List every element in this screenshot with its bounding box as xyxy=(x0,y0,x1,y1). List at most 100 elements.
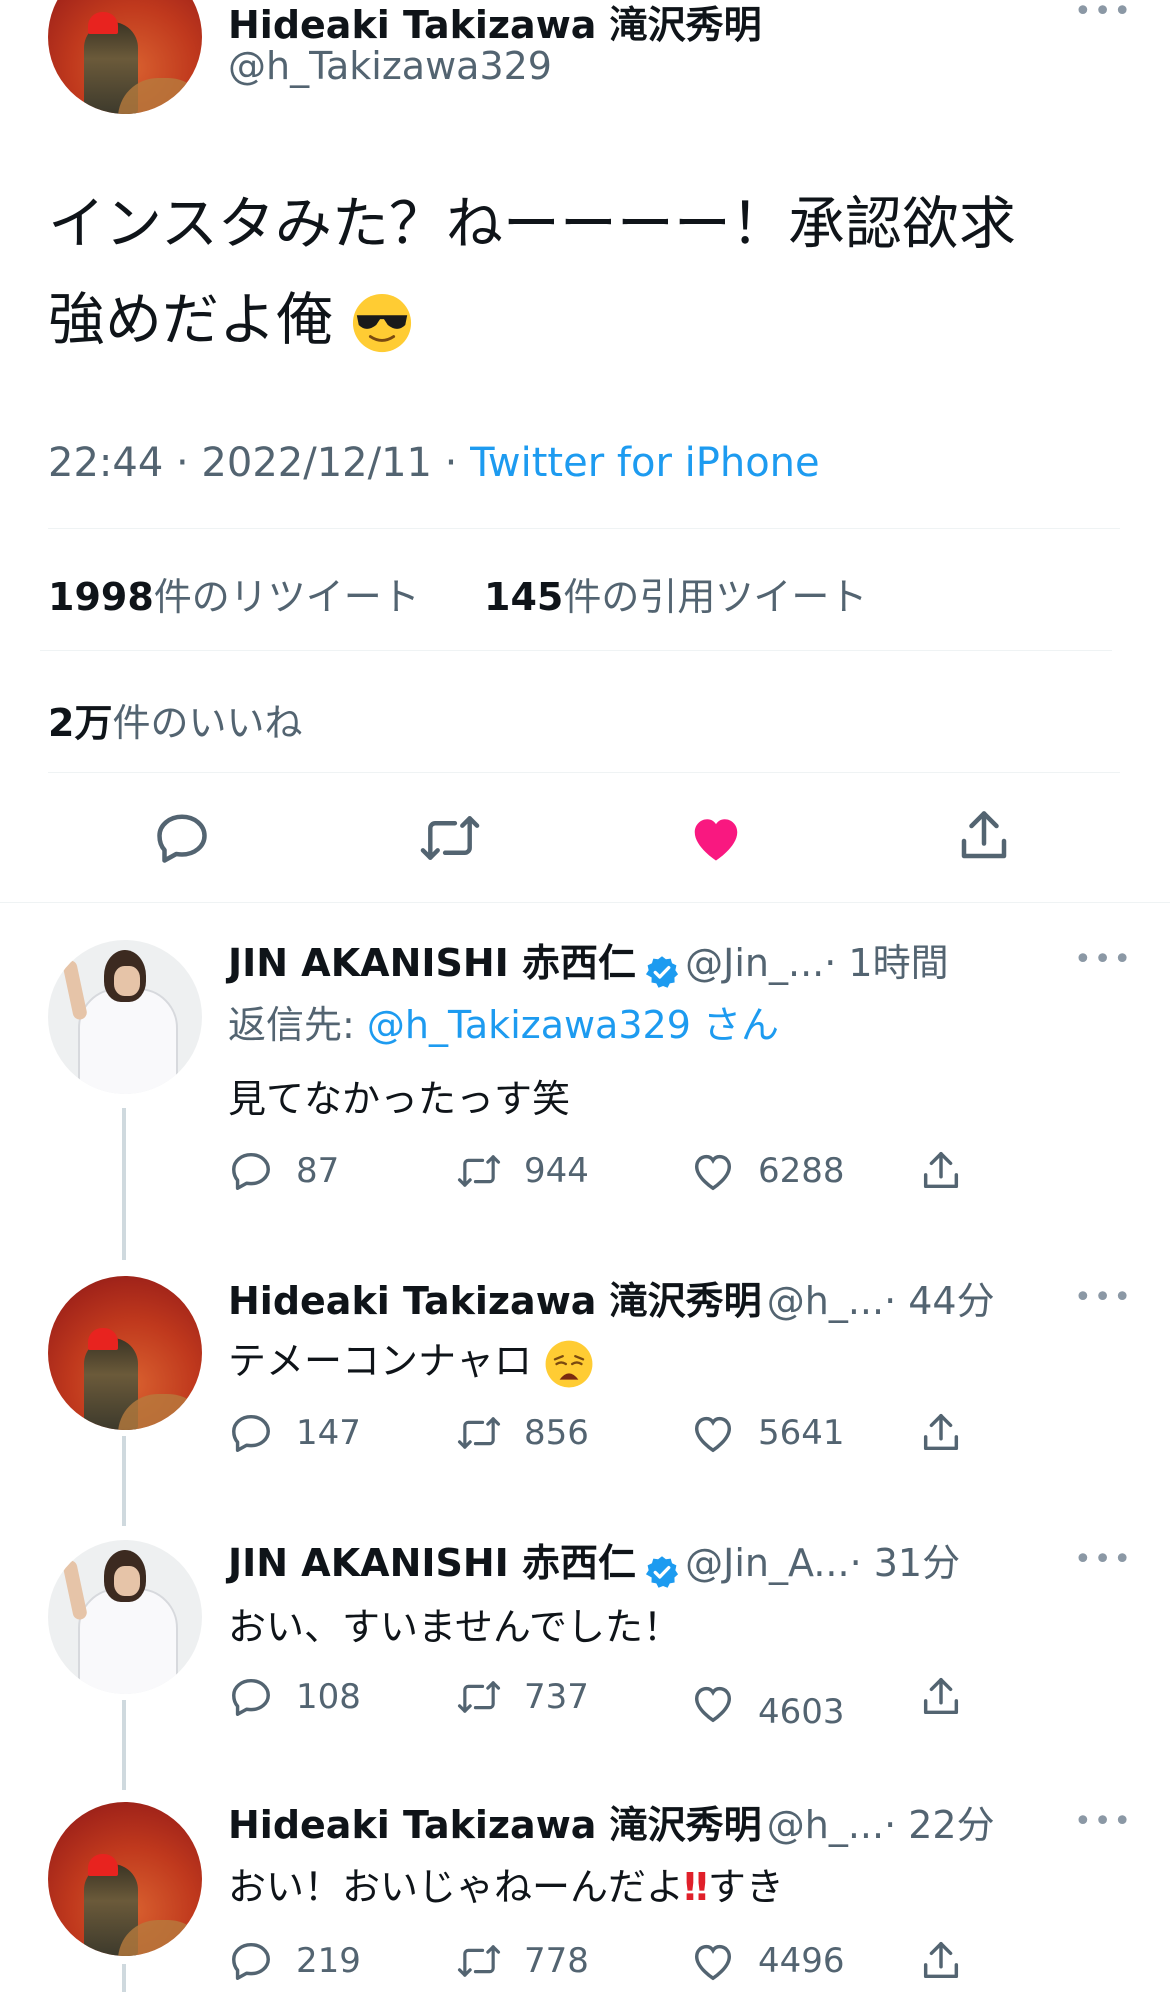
like-count: 4603 xyxy=(758,1692,845,1732)
reply1-avatar[interactable] xyxy=(48,940,202,1094)
reply3-header: JIN AKANISHI 赤西仁 @Jin_A...· 31分 xyxy=(228,1532,960,1590)
heart-icon xyxy=(694,1416,732,1453)
reply4-retweet-button[interactable]: 778 xyxy=(456,1938,589,1984)
reply4-header: Hideaki Takizawa 滝沢秀明 @h_...· 22分 xyxy=(228,1794,995,1849)
reply2-author-name[interactable]: Hideaki Takizawa 滝沢秀明 xyxy=(228,1279,762,1323)
reply4-share-button[interactable] xyxy=(918,1938,964,1984)
reply-icon xyxy=(232,1414,270,1452)
reply2-handle[interactable]: @h_... xyxy=(767,1279,884,1323)
retweet-button[interactable] xyxy=(418,808,482,872)
retweets-label: 件のリツイート xyxy=(153,575,420,619)
reply4-text-after: すき xyxy=(707,1865,784,1909)
retweet-icon xyxy=(457,1945,501,1977)
reply-icon xyxy=(232,1942,270,1980)
quotes-count: 145 xyxy=(484,575,564,619)
reply3-handle[interactable]: @Jin_A... xyxy=(685,1541,849,1585)
retweet-count: 737 xyxy=(524,1677,589,1717)
reply1-retweet-button[interactable]: 944 xyxy=(456,1148,589,1194)
reply4-handle[interactable]: @h_... xyxy=(767,1803,884,1847)
like-count: 4496 xyxy=(758,1941,845,1981)
retweets-stat[interactable]: 1998件のリツイート xyxy=(48,566,420,621)
reply3-author-name[interactable]: JIN AKANISHI 赤西仁 xyxy=(228,1541,636,1585)
more-options-icon[interactable]: ••• xyxy=(1074,1804,1133,1839)
reply-count: 108 xyxy=(296,1677,361,1717)
retweet-count: 856 xyxy=(524,1413,589,1453)
thread-line xyxy=(122,1700,126,1790)
reply-to-prefix: 返信先: xyxy=(228,1003,367,1047)
retweet-count: 778 xyxy=(524,1941,589,1981)
reply4-reply-button[interactable]: 219 xyxy=(228,1938,361,1984)
retweet-icon xyxy=(457,1417,501,1449)
reply-count: 87 xyxy=(296,1151,340,1191)
more-options-icon[interactable]: ••• xyxy=(1074,1280,1133,1315)
reply1-author-name[interactable]: JIN AKANISHI 赤西仁 xyxy=(228,941,636,985)
reply1-reply-button[interactable]: 87 xyxy=(228,1148,339,1194)
divider xyxy=(48,528,1120,529)
reply2-avatar[interactable] xyxy=(48,1276,202,1430)
reply4-avatar[interactable] xyxy=(48,1802,202,1956)
reply1-time[interactable]: · 1時間 xyxy=(824,941,948,985)
heart-icon xyxy=(694,1686,732,1723)
reply4-like-button[interactable]: 4496 xyxy=(690,1938,845,1984)
divider xyxy=(48,772,1120,773)
reply-count: 219 xyxy=(296,1941,361,1981)
likes-stat[interactable]: 2万件のいいね xyxy=(48,692,302,747)
sunglasses-emoji-icon xyxy=(353,294,412,353)
reply4-author-name[interactable]: Hideaki Takizawa 滝沢秀明 xyxy=(228,1803,762,1847)
reply-to-handle-link[interactable]: @h_Takizawa329 さん xyxy=(367,1003,779,1047)
retweet-count: 944 xyxy=(524,1151,589,1191)
reply3-text: おい、すいませんでした！ xyxy=(228,1605,681,1649)
reply-icon xyxy=(157,814,207,863)
reply3-share-button[interactable] xyxy=(918,1674,964,1720)
reply4-time[interactable]: · 22分 xyxy=(884,1803,995,1847)
main-tweet-text-line1: インスタみた？ねーーーー！承認欲求 xyxy=(48,191,1016,257)
more-options-icon[interactable]: ••• xyxy=(1074,942,1133,977)
share-icon xyxy=(923,1152,959,1189)
reply-button[interactable] xyxy=(152,808,212,872)
reply1-like-button[interactable]: 6288 xyxy=(690,1148,845,1194)
reply3-retweet-button[interactable]: 737 xyxy=(456,1674,589,1720)
reply1-share-button[interactable] xyxy=(918,1148,964,1194)
reply1-text: 見てなかったっす笑 xyxy=(228,1077,571,1121)
retweets-count: 1998 xyxy=(48,575,154,619)
likes-count: 2万 xyxy=(48,701,113,745)
like-button[interactable] xyxy=(686,808,746,872)
reply-icon xyxy=(232,1152,270,1190)
reply2-time[interactable]: · 44分 xyxy=(884,1279,995,1323)
reply2-reply-button[interactable]: 147 xyxy=(228,1410,361,1456)
reply-count: 147 xyxy=(296,1413,361,1453)
share-icon xyxy=(923,1678,959,1715)
tweet-source-link[interactable]: Twitter for iPhone xyxy=(470,440,820,486)
verified-badge-icon xyxy=(646,1555,679,1588)
like-count: 5641 xyxy=(758,1413,845,1453)
reply3-reply-button[interactable]: 108 xyxy=(228,1674,361,1720)
reply3-time[interactable]: · 31分 xyxy=(850,1541,961,1585)
reply2-share-button[interactable] xyxy=(918,1410,964,1456)
main-tweet-text-line2: 強めだよ俺 xyxy=(48,287,333,353)
thread-line xyxy=(122,1964,126,1992)
reply2-header: Hideaki Takizawa 滝沢秀明 @h_...· 44分 xyxy=(228,1270,995,1325)
heart-icon xyxy=(694,1944,732,1981)
reply3-avatar[interactable] xyxy=(48,1540,202,1694)
reply4-text-wrap: おい！おいじゃねーんだよ‼すき xyxy=(228,1856,784,1911)
more-options-icon[interactable]: ••• xyxy=(1074,1542,1133,1577)
reply1-handle[interactable]: @Jin_... xyxy=(685,941,824,985)
quotes-label: 件の引用ツイート xyxy=(563,575,868,619)
main-author-name[interactable]: Hideaki Takizawa 滝沢秀明 xyxy=(228,0,762,49)
reply2-like-button[interactable]: 5641 xyxy=(690,1410,845,1456)
reply1-header: JIN AKANISHI 赤西仁 @Jin_...· 1時間 xyxy=(228,932,949,990)
divider xyxy=(40,650,1112,651)
quotes-stat[interactable]: 145件の引用ツイート xyxy=(484,566,867,621)
heart-filled-icon xyxy=(694,819,738,861)
more-options-icon[interactable]: ••• xyxy=(1074,0,1133,29)
share-button[interactable] xyxy=(954,806,1014,870)
share-icon xyxy=(923,1414,959,1451)
main-tweet-text-line2-wrap: 強めだよ俺 xyxy=(48,272,413,368)
main-author-avatar[interactable] xyxy=(48,0,202,114)
share-icon xyxy=(923,1942,959,1979)
reply2-retweet-button[interactable]: 856 xyxy=(456,1410,589,1456)
main-author-handle[interactable]: @h_Takizawa329 xyxy=(228,44,552,88)
thread-line xyxy=(122,1436,126,1526)
reply2-text-wrap: テメーコンナャロ xyxy=(228,1330,594,1389)
reply3-like-button[interactable]: 4603 xyxy=(690,1674,845,1732)
